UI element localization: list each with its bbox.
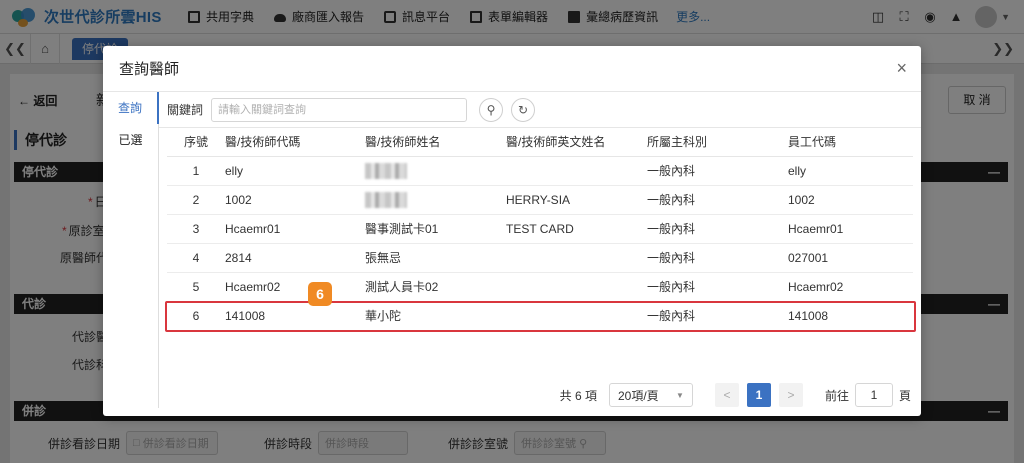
cell-name: 醫事測試卡01: [365, 214, 506, 244]
cell-english-name: HERRY-SIA: [506, 185, 647, 215]
step-badge: 6: [308, 282, 332, 306]
cell-seq: 3: [167, 214, 225, 244]
search-button[interactable]: ⚲: [479, 97, 504, 122]
pager-total: 共 6 項: [559, 388, 597, 403]
keyword-input[interactable]: 請輸入關鍵詞查詢: [211, 97, 468, 122]
goto-page-input[interactable]: 1: [854, 383, 893, 407]
cell-seq: 2: [167, 185, 225, 215]
refresh-icon: ↻: [517, 102, 529, 117]
cell-code: 1002: [225, 185, 365, 215]
col-department: 所屬主科別: [647, 128, 788, 157]
cell-department: 一般內科: [647, 185, 788, 215]
pagination: 共 6 項 20項/頁 ▼ < 1 > 前往 1 頁: [159, 382, 921, 408]
search-icon: ⚲: [486, 102, 496, 117]
redacted-name: [365, 162, 407, 179]
cell-name: [365, 185, 506, 215]
cell-english-name: [506, 156, 647, 186]
table-row[interactable]: 4 2814 張無忌 一般內科 027001: [167, 243, 913, 273]
cell-department: 一般內科: [647, 243, 788, 273]
cell-name: 張無忌: [365, 243, 506, 273]
cell-english-name: [506, 272, 647, 302]
cell-code: elly: [225, 156, 365, 186]
keyword-label: 關鍵詞: [167, 103, 204, 117]
prev-page-button[interactable]: <: [714, 383, 739, 407]
dialog-header: 查詢醫師: [103, 46, 921, 92]
search-doctor-dialog: 查詢醫師 × 查詢 已選 關鍵詞 請輸入關鍵詞查詢 ⚲ ↻ 序號 醫/技術師代碼…: [103, 46, 921, 416]
search-bar: 關鍵詞 請輸入關鍵詞查詢 ⚲ ↻: [159, 92, 921, 128]
table-row[interactable]: 3 Hcaemr01 醫事測試卡01 TEST CARD 一般內科 Hcaemr…: [167, 214, 913, 244]
table-row[interactable]: 2 1002 HERRY-SIA 一般內科 1002: [167, 185, 913, 215]
table-header-row: 序號 醫/技術師代碼 醫/技術師姓名 醫/技術師英文姓名 所屬主科別 員工代碼: [167, 128, 913, 157]
cell-code: Hcaemr01: [225, 214, 365, 244]
cell-department: 一般內科: [647, 156, 788, 186]
highlight-box: [165, 301, 916, 332]
tab-query[interactable]: 查詢: [103, 92, 159, 124]
col-name: 醫/技術師姓名: [365, 128, 506, 157]
cell-seq: 1: [167, 156, 225, 186]
cell-seq: 4: [167, 243, 225, 273]
table-row[interactable]: 5 Hcaemr02 測試人員卡02 一般內科 Hcaemr02: [167, 272, 913, 302]
goto-label: 前往: [824, 388, 849, 403]
cell-employee-code: elly: [788, 156, 913, 186]
cell-seq: 5: [167, 272, 225, 302]
col-employee-code: 員工代碼: [788, 128, 913, 157]
cell-english-name: [506, 243, 647, 273]
col-seq: 序號: [167, 128, 225, 157]
cell-english-name: TEST CARD: [506, 214, 647, 244]
cell-code: 2814: [225, 243, 365, 273]
cell-name: 測試人員卡02: [365, 272, 506, 302]
page-size-select[interactable]: 20項/頁 ▼: [608, 383, 693, 407]
cell-name: [365, 156, 506, 186]
col-english-name: 醫/技術師英文姓名: [506, 128, 647, 157]
cell-employee-code: Hcaemr01: [788, 214, 913, 244]
cell-employee-code: 1002: [788, 185, 913, 215]
redacted-name: [365, 191, 407, 208]
cell-department: 一般內科: [647, 272, 788, 302]
page-1-button[interactable]: 1: [746, 383, 771, 407]
next-page-button[interactable]: >: [778, 383, 803, 407]
cell-department: 一般內科: [647, 214, 788, 244]
cell-employee-code: 027001: [788, 243, 913, 273]
reset-button[interactable]: ↻: [511, 97, 536, 122]
cell-employee-code: Hcaemr02: [788, 272, 913, 302]
tab-selected[interactable]: 已選: [103, 124, 158, 156]
dialog-side-tabs: 查詢 已選: [103, 92, 159, 408]
dialog-title: 查詢醫師: [119, 61, 180, 78]
table-row[interactable]: 1 elly 一般內科 elly: [167, 156, 913, 186]
cell-code: Hcaemr02: [225, 272, 365, 302]
close-icon[interactable]: ×: [896, 59, 907, 77]
chevron-down-icon: ▼: [676, 390, 684, 400]
col-code: 醫/技術師代碼: [225, 128, 365, 157]
page-unit-label: 頁: [898, 388, 911, 403]
